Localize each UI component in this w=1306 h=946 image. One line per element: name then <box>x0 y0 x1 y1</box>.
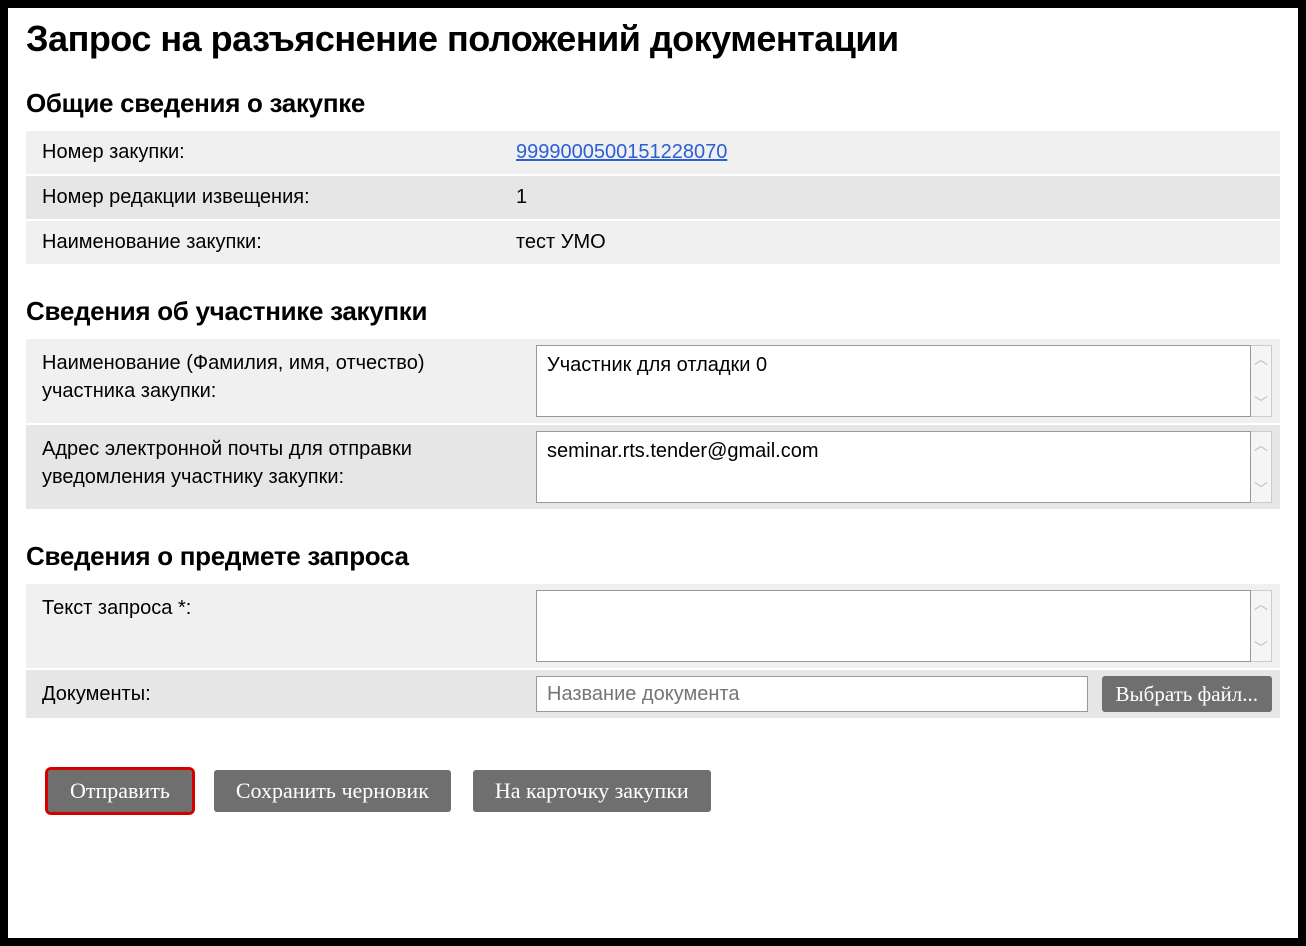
row-participant-name: Наименование (Фамилия, имя, отчество) уч… <box>26 339 1280 424</box>
scroll-up-icon: ︿ <box>1254 438 1268 452</box>
notice-revision-label: Номер редакции извещения: <box>26 175 506 220</box>
scrollbar[interactable]: ︿ ﹀ <box>1251 590 1272 662</box>
purchase-number-label: Номер закупки: <box>26 131 506 175</box>
general-info-table: Номер закупки: 9999000500151228070 Номер… <box>26 131 1280 266</box>
row-participant-email: Адрес электронной почты для отправки уве… <box>26 424 1280 510</box>
purchase-number-link[interactable]: 9999000500151228070 <box>516 141 727 163</box>
request-info-table: Текст запроса *: ︿ ﹀ Документы: Выбрать … <box>26 584 1280 720</box>
participant-name-textarea[interactable] <box>536 345 1251 417</box>
section-participant-heading: Сведения об участнике закупки <box>26 296 1280 327</box>
scroll-up-icon: ︿ <box>1254 352 1268 366</box>
section-general-heading: Общие сведения о закупке <box>26 88 1280 119</box>
document-name-input[interactable] <box>536 676 1088 712</box>
request-text-label: Текст запроса *: <box>26 584 536 669</box>
documents-label: Документы: <box>26 669 536 719</box>
request-text-textarea[interactable] <box>536 590 1251 662</box>
section-request-heading: Сведения о предмете запроса <box>26 541 1280 572</box>
scroll-down-icon: ﹀ <box>1254 482 1268 496</box>
participant-email-textarea[interactable] <box>536 431 1251 503</box>
participant-email-label: Адрес электронной почты для отправки уве… <box>26 424 536 510</box>
purchase-name-value: тест УМО <box>506 220 1280 265</box>
row-notice-revision: Номер редакции извещения: 1 <box>26 175 1280 220</box>
action-bar: Отправить Сохранить черновик На карточку… <box>26 770 1280 812</box>
scrollbar[interactable]: ︿ ﹀ <box>1251 345 1272 417</box>
scroll-down-icon: ﹀ <box>1254 641 1268 655</box>
participant-info-table: Наименование (Фамилия, имя, отчество) уч… <box>26 339 1280 511</box>
row-request-text: Текст запроса *: ︿ ﹀ <box>26 584 1280 669</box>
choose-file-button[interactable]: Выбрать файл... <box>1102 676 1272 712</box>
participant-name-label: Наименование (Фамилия, имя, отчество) уч… <box>26 339 536 424</box>
save-draft-button[interactable]: Сохранить черновик <box>214 770 451 812</box>
purchase-name-label: Наименование закупки: <box>26 220 506 265</box>
scroll-down-icon: ﹀ <box>1254 396 1268 410</box>
scroll-up-icon: ︿ <box>1254 597 1268 611</box>
row-purchase-name: Наименование закупки: тест УМО <box>26 220 1280 265</box>
page-title: Запрос на разъяснение положений документ… <box>26 18 1280 60</box>
scrollbar[interactable]: ︿ ﹀ <box>1251 431 1272 503</box>
page-container: Запрос на разъяснение положений документ… <box>8 8 1298 938</box>
to-purchase-card-button[interactable]: На карточку закупки <box>473 770 711 812</box>
submit-button[interactable]: Отправить <box>48 770 192 812</box>
purchase-number-value-cell: 9999000500151228070 <box>506 131 1280 175</box>
row-documents: Документы: Выбрать файл... <box>26 669 1280 719</box>
row-purchase-number: Номер закупки: 9999000500151228070 <box>26 131 1280 175</box>
notice-revision-value: 1 <box>506 175 1280 220</box>
